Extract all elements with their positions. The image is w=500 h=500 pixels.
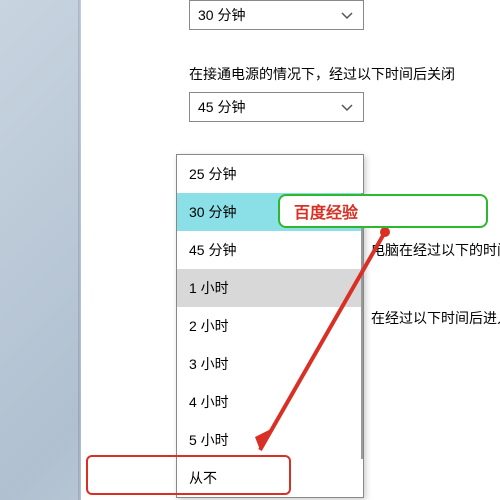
badge-text: 百度经验 (294, 199, 358, 223)
select-turnoff-plugged[interactable]: 45 分钟 (189, 92, 364, 122)
dropdown-option[interactable]: 3 小时 (177, 345, 363, 383)
chevron-down-icon (341, 99, 353, 115)
dropdown-option[interactable]: 1 小时 (177, 269, 363, 307)
dropdown-option[interactable]: 25 分钟 (177, 155, 363, 193)
label-sleep-battery: 电脑在经过以下的时间后进入睡眠 (371, 240, 500, 260)
select-value: 30 分钟 (198, 5, 245, 25)
label-sleep-plugged: 在经过以下时间后进入睡眠状态 (371, 308, 500, 328)
option-label: 5 小时 (189, 430, 229, 450)
option-label: 2 小时 (189, 316, 229, 336)
scrollbar[interactable] (361, 193, 363, 459)
select-value: 45 分钟 (198, 97, 245, 117)
option-label: 30 分钟 (189, 202, 236, 222)
chevron-down-icon (341, 7, 353, 23)
dropdown-option[interactable]: 5 小时 (177, 421, 363, 459)
option-label: 从不 (189, 468, 217, 488)
annotation-badge: 百度经验 (278, 194, 488, 228)
settings-panel: 30 分钟 在接通电源的情况下，经过以下时间后关闭 45 分钟 25 分钟 30… (81, 0, 500, 500)
select-screen-timeout-plugged[interactable]: 30 分钟 (189, 0, 364, 30)
watermark: Baidu 经验 (399, 468, 491, 494)
option-label: 3 小时 (189, 354, 229, 374)
option-label: 4 小时 (189, 392, 229, 412)
option-label: 25 分钟 (189, 164, 236, 184)
option-label: 45 分钟 (189, 240, 236, 260)
dropdown-option[interactable]: 2 小时 (177, 307, 363, 345)
label-turnoff-plugged: 在接通电源的情况下，经过以下时间后关闭 (189, 64, 455, 84)
dropdown-option[interactable]: 从不 (177, 459, 363, 497)
option-label: 1 小时 (189, 278, 229, 298)
dropdown-option[interactable]: 4 小时 (177, 383, 363, 421)
dropdown-option[interactable]: 45 分钟 (177, 231, 363, 269)
